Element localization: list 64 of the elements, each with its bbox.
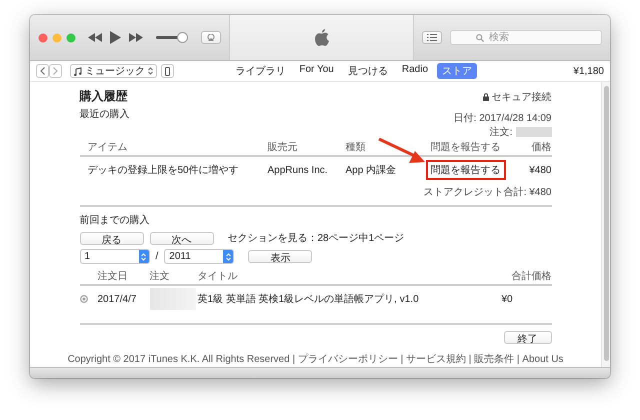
secure-connection-label: セキュア接続 xyxy=(492,90,552,104)
table-cell: ¥0 xyxy=(502,294,513,304)
next-page-button[interactable]: 次へ xyxy=(150,232,214,244)
play-icon[interactable] xyxy=(110,31,121,44)
nav-tab[interactable]: For You xyxy=(294,63,339,79)
table-cell-text: ¥480 xyxy=(528,164,552,176)
nav-tab[interactable]: ライブラリ xyxy=(230,63,290,79)
volume-thumb[interactable] xyxy=(178,33,188,42)
section-heading: 前回までの購入 xyxy=(80,214,150,227)
table-cell-text: 2017/4/7 xyxy=(98,294,138,304)
list-icon xyxy=(427,34,437,41)
airplay-button[interactable] xyxy=(201,31,221,44)
airplay-icon xyxy=(207,34,215,41)
column-header: アイテム xyxy=(86,141,128,154)
chevron-right-icon xyxy=(53,67,58,75)
search-icon xyxy=(476,34,484,42)
chevron-left-icon xyxy=(40,67,45,75)
section-heading: 最近の購入 xyxy=(80,108,130,121)
back-page-button[interactable]: 戻る xyxy=(80,232,144,244)
store-balance: ¥1,180 xyxy=(573,66,604,76)
fast-forward-icon[interactable] xyxy=(129,33,143,42)
nav-tab[interactable]: 見つける xyxy=(342,63,393,79)
stepper-arrows-icon xyxy=(226,252,231,260)
table-cell-text: AppRuns Inc. xyxy=(268,164,329,176)
back-button[interactable] xyxy=(36,64,49,78)
section-info: セクションを見る：28ページ中1ページ xyxy=(228,232,404,245)
annotation-arrow xyxy=(378,138,424,163)
list-view-button[interactable] xyxy=(422,31,442,44)
column-header: タイトル xyxy=(198,270,238,283)
done-button[interactable]: 終了 xyxy=(504,331,552,344)
column-header: 問題を報告する xyxy=(430,140,500,154)
column-header: 注文日 xyxy=(98,270,128,283)
order-date: 日付: 2017/4/28 14:09 xyxy=(454,112,552,125)
media-picker[interactable]: ミュージック xyxy=(70,64,157,78)
order-label: 注文: xyxy=(490,126,512,139)
footer-copyright: Copyright © 2017 iTunes K.K. All Rights Reserved | プライバシーポリシー | サービス規約 | 販売条件 | About Us xyxy=(68,354,564,367)
table-cell-text: 英1級 英単語 英検1級レベルの単語帳アプリ, v1.0 xyxy=(198,292,420,306)
year-select[interactable]: 2011 xyxy=(164,249,234,264)
table-cell-text: App 内課金 xyxy=(346,164,398,177)
column-header: 種類 xyxy=(346,140,366,154)
redacted-block xyxy=(516,127,552,137)
rewind-icon[interactable] xyxy=(88,33,102,42)
updown-chevron-icon xyxy=(148,67,153,75)
column-header: 合計価格 xyxy=(512,270,552,283)
table-cell-text: デッキの登録上限を50件に増やす xyxy=(86,164,240,177)
date-separator: / xyxy=(156,251,158,262)
column-header: 価格 xyxy=(532,140,552,154)
store-credit-total: ストアクレジット合計: ¥480 xyxy=(424,186,552,199)
scrollbar[interactable] xyxy=(601,82,610,367)
show-button[interactable]: 表示 xyxy=(248,250,312,263)
nav-tab[interactable]: Radio xyxy=(396,63,434,79)
page-title: 購入履歴 xyxy=(80,88,128,105)
lock-icon xyxy=(482,92,488,100)
column-header: 注文 xyxy=(150,270,170,283)
column-header: 販売元 xyxy=(268,140,298,154)
expand-circle-icon[interactable] xyxy=(80,295,88,303)
redacted-block xyxy=(150,288,196,310)
phone-icon xyxy=(165,66,170,76)
stepper-arrows-icon xyxy=(141,252,146,260)
search-field[interactable]: 検索 xyxy=(450,30,602,45)
device-button[interactable] xyxy=(161,64,174,78)
music-note-icon xyxy=(74,66,82,76)
month-select[interactable]: 1 xyxy=(80,249,150,264)
apple-icon xyxy=(314,29,328,46)
